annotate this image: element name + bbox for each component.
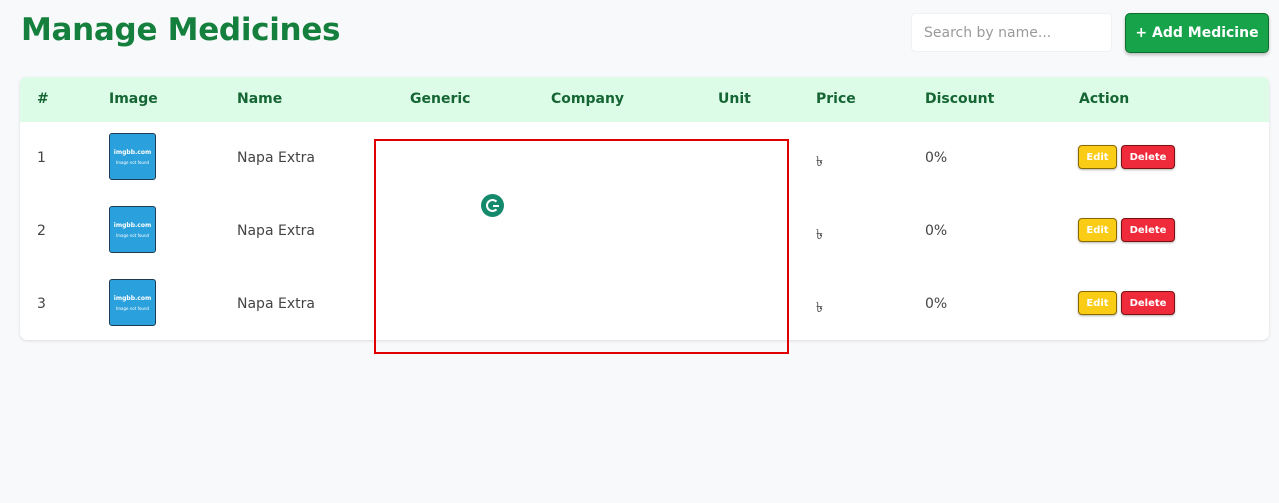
medicine-name: Napa Extra: [237, 296, 315, 312]
row-index: 3: [37, 296, 46, 312]
image-placeholder-subtitle: Image not found: [115, 233, 150, 238]
medicine-image: imgbb.com Image not found: [109, 279, 156, 326]
edit-button[interactable]: Edit: [1078, 218, 1117, 242]
delete-button[interactable]: Delete: [1121, 291, 1175, 315]
table-row: 1 imgbb.com Image not found Napa Extra ৳…: [20, 122, 1269, 195]
manage-medicines-page: Manage Medicines + Add Medicine # Image …: [0, 0, 1279, 503]
medicine-price: ৳: [816, 154, 823, 170]
column-header-price: Price: [816, 91, 856, 107]
column-header-index: #: [37, 91, 49, 107]
row-index: 1: [37, 150, 46, 166]
add-medicine-button[interactable]: + Add Medicine: [1125, 13, 1269, 53]
medicine-image: imgbb.com Image not found: [109, 206, 156, 253]
column-header-unit: Unit: [718, 91, 751, 107]
grammarly-icon[interactable]: [481, 194, 504, 217]
medicine-discount: 0%: [925, 223, 948, 239]
column-header-discount: Discount: [925, 91, 995, 107]
medicines-table: # Image Name Generic Company Unit Price …: [20, 77, 1269, 340]
edit-button[interactable]: Edit: [1078, 291, 1117, 315]
delete-button[interactable]: Delete: [1121, 145, 1175, 169]
image-placeholder-subtitle: Image not found: [115, 160, 150, 165]
column-header-image: Image: [109, 91, 158, 107]
image-placeholder-subtitle: Image not found: [115, 306, 150, 311]
table-row: 3 imgbb.com Image not found Napa Extra ৳…: [20, 268, 1269, 340]
medicine-discount: 0%: [925, 150, 948, 166]
image-placeholder-title: imgbb.com: [113, 295, 152, 302]
medicine-discount: 0%: [925, 296, 948, 312]
image-placeholder-title: imgbb.com: [113, 149, 152, 156]
medicine-name: Napa Extra: [237, 223, 315, 239]
delete-button[interactable]: Delete: [1121, 218, 1175, 242]
page-title: Manage Medicines: [21, 12, 341, 48]
medicine-price: ৳: [816, 300, 823, 316]
row-index: 2: [37, 223, 46, 239]
medicine-image: imgbb.com Image not found: [109, 133, 156, 180]
table-header-row: # Image Name Generic Company Unit Price …: [20, 77, 1269, 122]
table-row: 2 imgbb.com Image not found Napa Extra ৳…: [20, 195, 1269, 268]
image-placeholder-title: imgbb.com: [113, 222, 152, 229]
column-header-company: Company: [551, 91, 625, 107]
medicine-price: ৳: [816, 227, 823, 243]
column-header-name: Name: [237, 91, 283, 107]
medicine-name: Napa Extra: [237, 150, 315, 166]
column-header-action: Action: [1079, 91, 1130, 107]
column-header-generic: Generic: [410, 91, 471, 107]
search-input[interactable]: [911, 13, 1112, 52]
edit-button[interactable]: Edit: [1078, 145, 1117, 169]
